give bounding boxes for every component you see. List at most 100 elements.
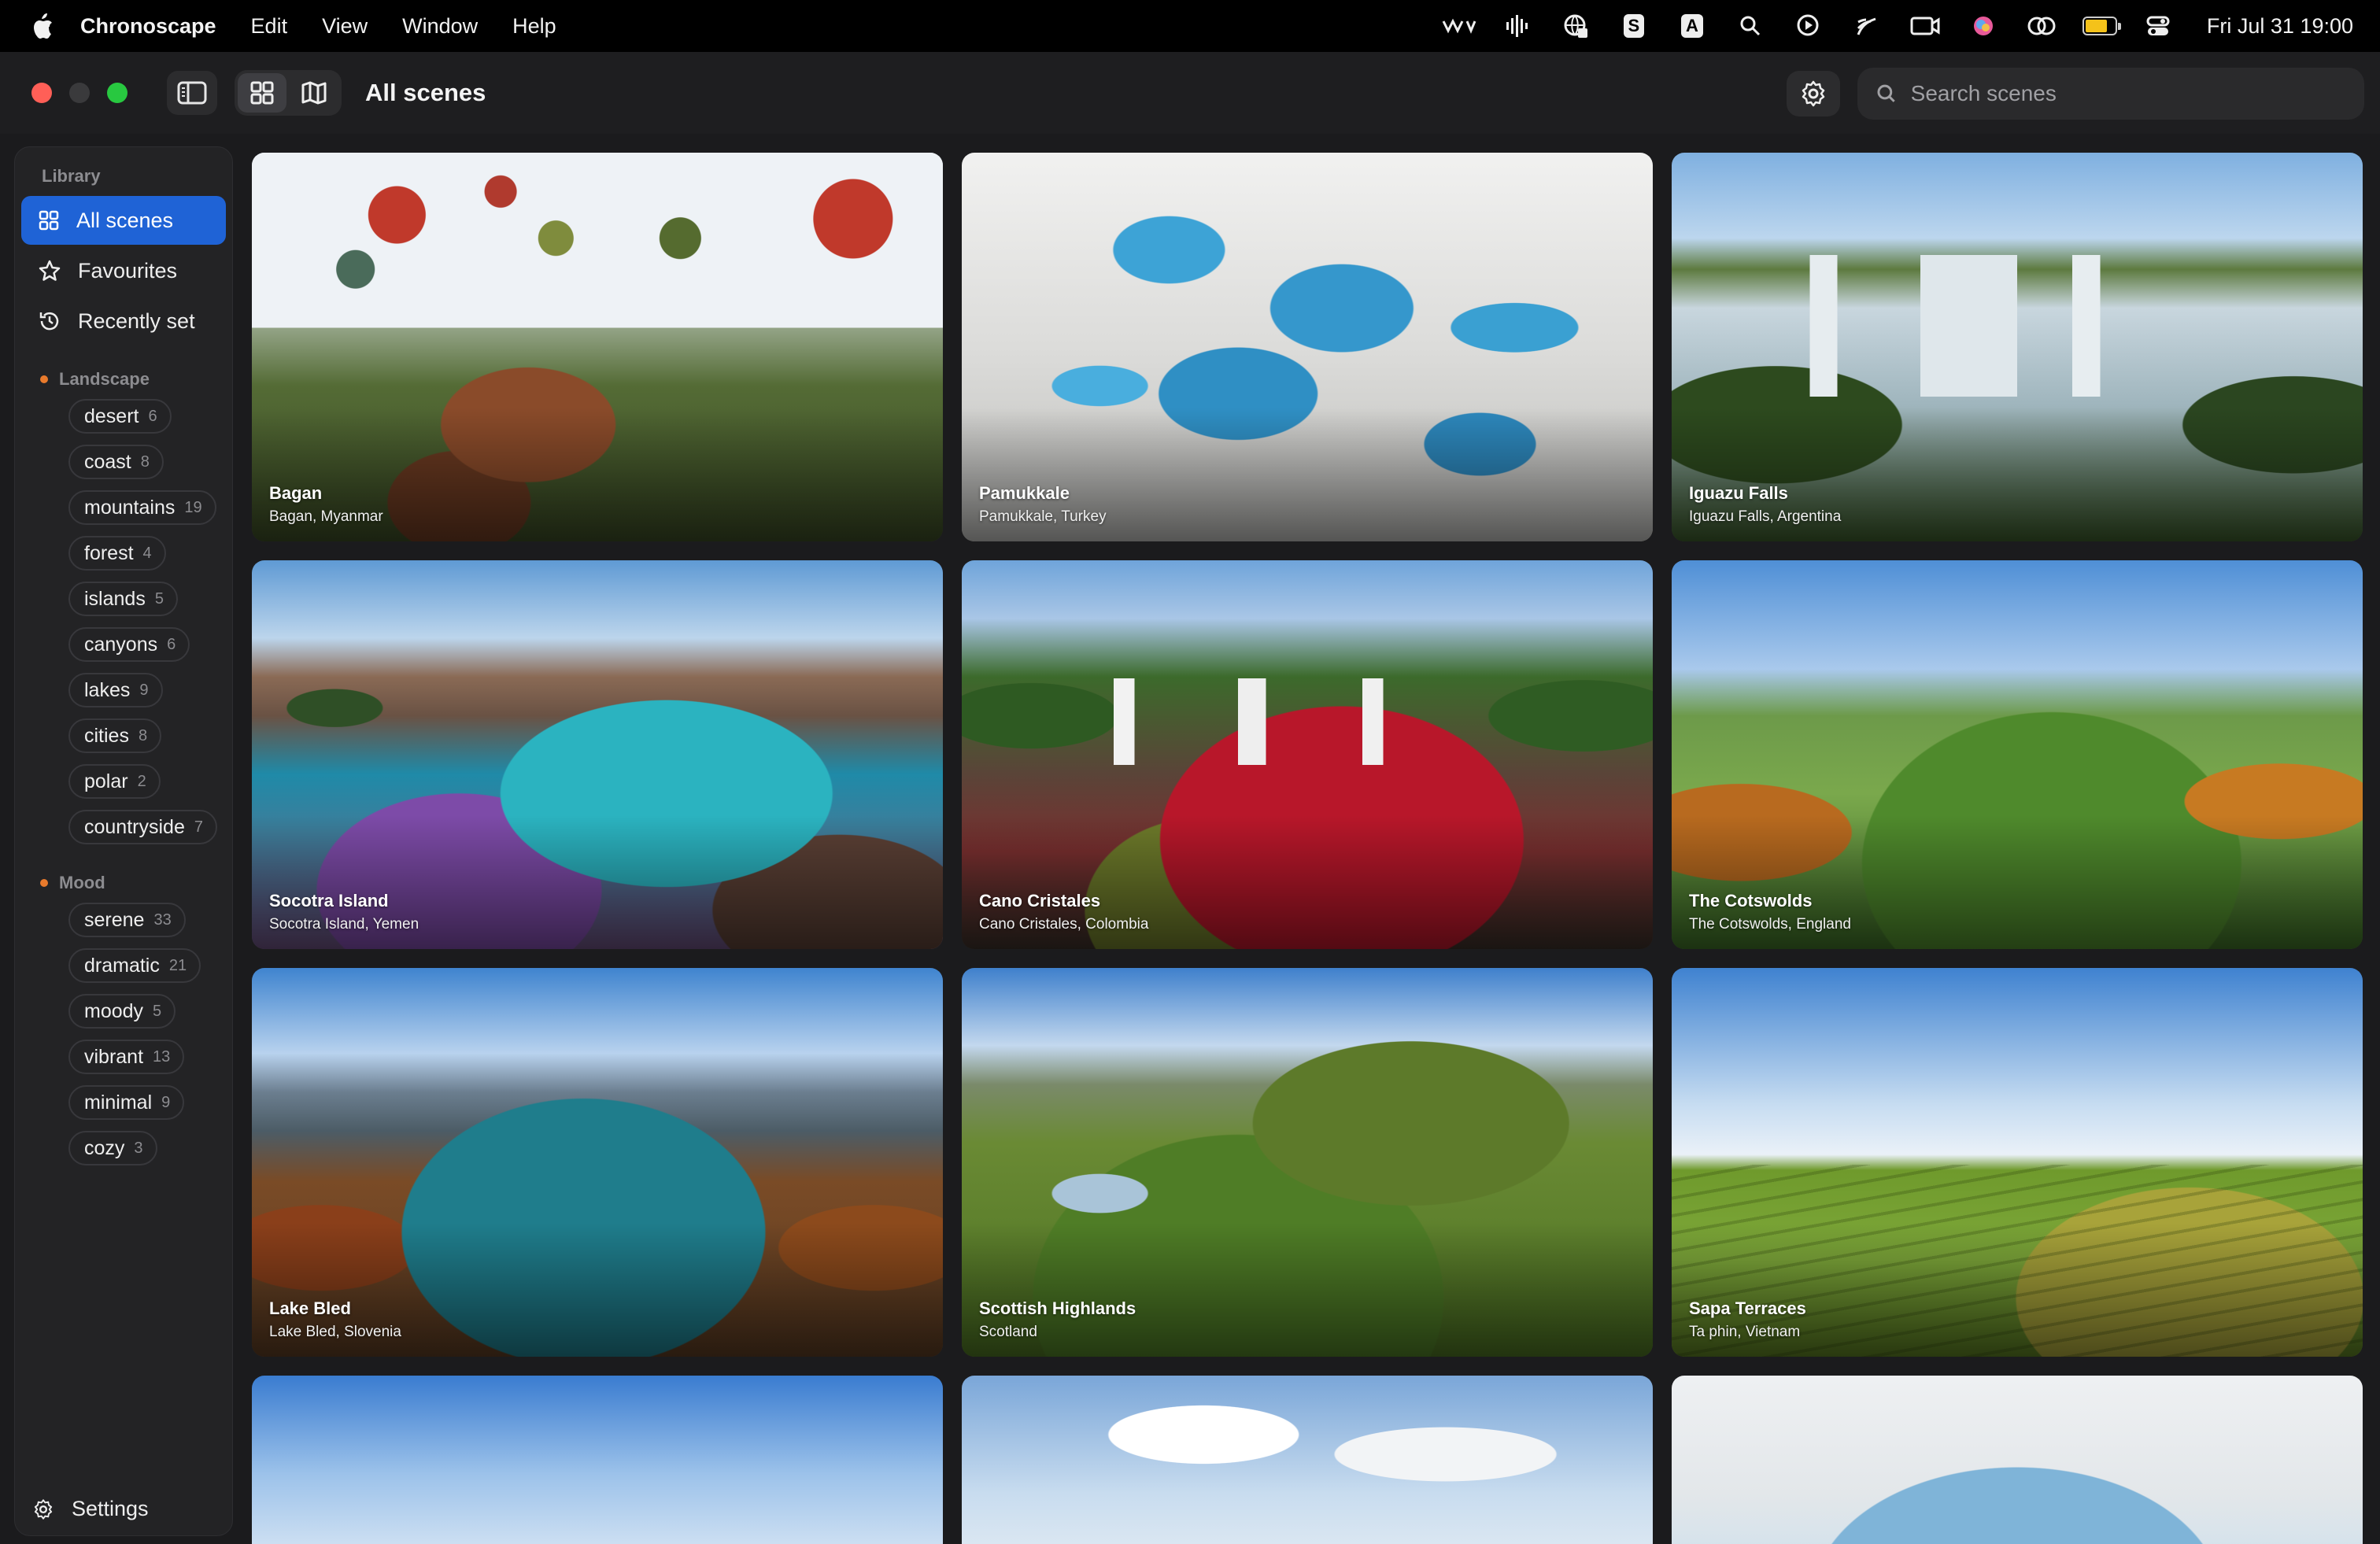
sidebar-item-label: Recently set — [78, 308, 195, 333]
page-title: All scenes — [365, 79, 486, 106]
apple-menu-icon[interactable] — [27, 13, 58, 39]
menu-bar: Chronoscape Edit View Window Help S A Fr… — [0, 0, 2380, 52]
tag-forest[interactable]: forest 4 — [68, 536, 166, 571]
sidebar: Library All scenes Favourites Recently s… — [14, 146, 233, 1536]
scene-name: The Cotswolds — [1689, 891, 1813, 911]
wave-icon[interactable] — [1442, 13, 1476, 39]
scene-location: Cano Cristales, Colombia — [979, 916, 1149, 933]
scene-location: Pamukkale, Turkey — [979, 508, 1107, 525]
scene-card-socotra-island[interactable]: Socotra Island Socotra Island, Yemen — [252, 560, 943, 949]
tag-desert[interactable]: desert 6 — [68, 399, 172, 434]
sidebar-icon — [177, 81, 207, 105]
s-app-icon[interactable]: S — [1617, 13, 1651, 39]
scene-card-the-cotswolds[interactable]: The Cotswolds The Cotswolds, England — [1672, 560, 2363, 949]
scene-location: Socotra Island, Yemen — [269, 916, 419, 933]
sidebar-item-recently-set[interactable]: Recently set — [21, 297, 226, 345]
scene-location: Ta phin, Vietnam — [1689, 1324, 1801, 1340]
tag-moody[interactable]: moody 5 — [68, 994, 176, 1029]
audio-levels-icon[interactable] — [1500, 13, 1535, 39]
scene-card-cano-cristales[interactable]: Cano Cristales Cano Cristales, Colombia — [962, 560, 1653, 949]
gear-icon — [1802, 80, 1825, 107]
battery-icon[interactable] — [2082, 13, 2121, 39]
map-view-button[interactable] — [290, 73, 338, 113]
scene-card-sapa-terraces[interactable]: Sapa Terraces Ta phin, Vietnam — [1672, 968, 2363, 1357]
scene-name: Lake Bled — [269, 1298, 351, 1318]
search-field[interactable] — [1857, 68, 2364, 120]
scene-location: Lake Bled, Slovenia — [269, 1324, 401, 1340]
scene-name: Sapa Terraces — [1689, 1298, 1806, 1318]
scene-image-hilltop-town — [962, 1376, 1653, 1544]
scene-location: Iguazu Falls, Argentina — [1689, 508, 1842, 525]
tag-dramatic[interactable]: dramatic 21 — [68, 948, 201, 983]
scene-name: Bagan — [269, 483, 323, 503]
search-input[interactable] — [1910, 81, 2345, 106]
view-switcher — [235, 70, 342, 116]
scene-card-scottish-highlands[interactable]: Scottish Highlands Scotland — [962, 968, 1653, 1357]
library-section-label: Library — [42, 166, 101, 186]
camera-icon[interactable] — [1908, 13, 1942, 39]
scene-name: Pamukkale — [979, 483, 1070, 503]
sidebar-settings-button[interactable]: Settings — [32, 1497, 149, 1521]
scene-name: Cano Cristales — [979, 891, 1101, 911]
tag-islands[interactable]: islands 5 — [68, 582, 178, 616]
settings-gear-button[interactable] — [1787, 71, 1840, 116]
mood-tags: serene 33 dramatic 21 moody 5 vibrant 13 min… — [21, 903, 226, 1176]
clock[interactable]: Fri Jul 31 19:00 — [2207, 14, 2353, 39]
window-toolbar: All scenes — [0, 52, 2380, 134]
sidebar-item-all-scenes[interactable]: All scenes — [21, 196, 226, 245]
grid-view-button[interactable] — [238, 73, 286, 113]
scene-name: Socotra Island — [269, 891, 389, 911]
tag-mountains[interactable]: mountains 19 — [68, 490, 216, 525]
star-icon — [39, 260, 61, 281]
grid-icon — [39, 210, 59, 231]
minimize-window-button[interactable] — [69, 83, 90, 103]
control-center-icon[interactable] — [2141, 13, 2175, 39]
scene-card-lake-bled[interactable]: Lake Bled Lake Bled, Slovenia — [252, 968, 943, 1357]
gear-icon — [34, 1498, 53, 1520]
screen-record-icon[interactable] — [1791, 13, 1826, 39]
tag-countryside[interactable]: countryside 7 — [68, 810, 217, 844]
history-icon — [39, 312, 59, 331]
spotlight-search-icon[interactable] — [1733, 13, 1768, 39]
tag-lakes[interactable]: lakes 9 — [68, 673, 163, 707]
vpn-icon[interactable] — [1558, 13, 1593, 39]
sidebar-toggle-button[interactable] — [167, 71, 217, 115]
scene-card-pamukkale[interactable]: Pamukkale Pamukkale, Turkey — [962, 153, 1653, 541]
maximize-window-button[interactable] — [107, 83, 128, 103]
input-source-icon[interactable]: A — [1675, 13, 1709, 39]
tag-minimal[interactable]: minimal 9 — [68, 1085, 185, 1120]
scene-location: The Cotswolds, England — [1689, 916, 1851, 933]
scene-image-glacier — [1672, 1376, 2363, 1544]
tag-coast[interactable]: coast 8 — [68, 445, 164, 479]
scene-grid: Bagan Bagan, Myanmar Pamukkale Pamukkale, … — [252, 153, 2363, 1544]
scene-card-partial-2[interactable] — [962, 1376, 1653, 1544]
menu-help[interactable]: Help — [512, 14, 556, 39]
menu-edit[interactable]: Edit — [251, 14, 288, 39]
menu-window[interactable]: Window — [402, 14, 478, 39]
app-name-menu[interactable]: Chronoscape — [80, 14, 216, 39]
tag-polar[interactable]: polar 2 — [68, 764, 161, 799]
close-window-button[interactable] — [31, 83, 52, 103]
sidebar-item-favourites[interactable]: Favourites — [21, 246, 226, 295]
scene-location: Scotland — [979, 1324, 1037, 1340]
scene-card-iguazu-falls[interactable]: Iguazu Falls Iguazu Falls, Argentina — [1672, 153, 2363, 541]
sidebar-item-label: Favourites — [78, 258, 178, 283]
scene-card-partial-1[interactable] — [252, 1376, 943, 1544]
siri-icon[interactable] — [1966, 13, 2001, 39]
tag-cozy[interactable]: cozy 3 — [68, 1131, 157, 1165]
tag-cities[interactable]: cities 8 — [68, 718, 162, 753]
mood-section-label: Mood — [21, 873, 226, 893]
airdrop-icon[interactable] — [1850, 13, 1884, 39]
menu-view[interactable]: View — [322, 14, 368, 39]
tag-vibrant[interactable]: vibrant 13 — [68, 1040, 185, 1074]
map-icon — [301, 81, 327, 105]
landscape-tags: desert 6 coast 8 mountains 19 forest 4 islan… — [21, 399, 226, 855]
scene-image-tuscany — [252, 1376, 943, 1544]
window-controls — [31, 83, 128, 103]
scene-card-partial-3[interactable] — [1672, 1376, 2363, 1544]
screen-mirroring-icon[interactable] — [2024, 13, 2059, 39]
search-icon — [1877, 84, 1895, 102]
tag-canyons[interactable]: canyons 6 — [68, 627, 190, 662]
tag-serene[interactable]: serene 33 — [68, 903, 186, 937]
scene-card-bagan[interactable]: Bagan Bagan, Myanmar — [252, 153, 943, 541]
